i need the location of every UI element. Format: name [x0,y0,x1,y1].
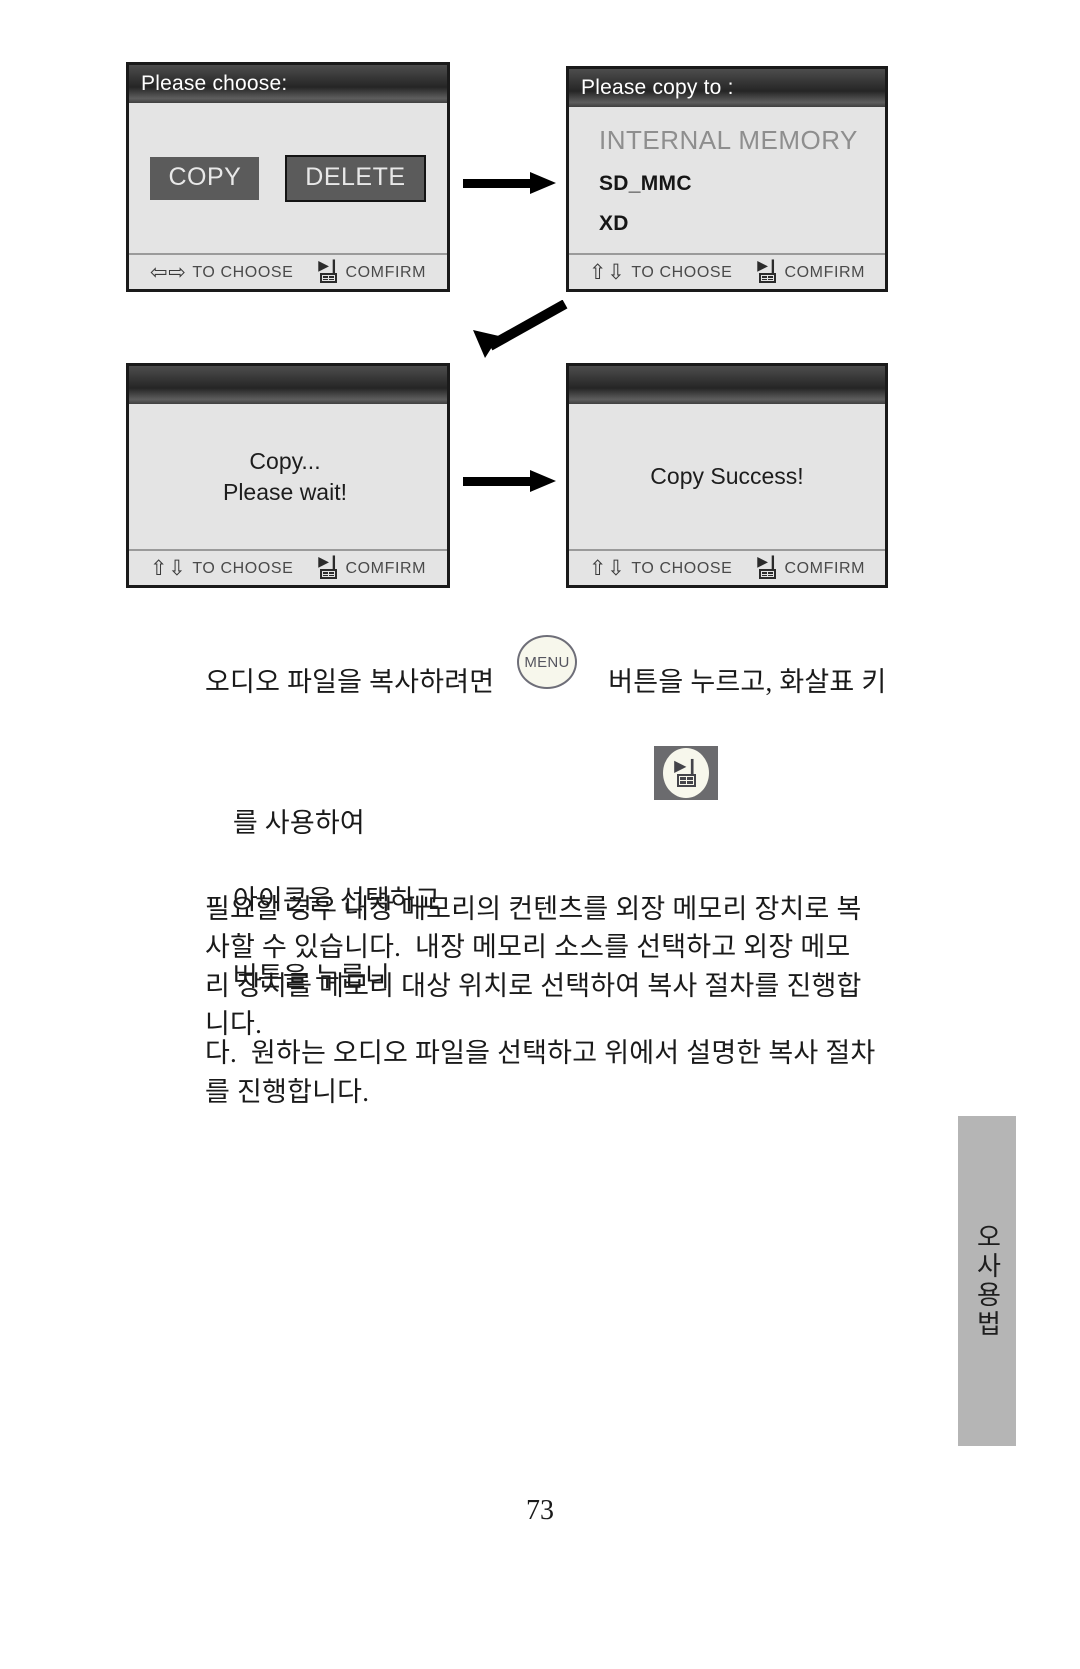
play-pause-glyph: ▶❙ [757,554,778,570]
left-right-arrows-icon: ⇦⇨ [149,259,187,284]
panel-title-success [569,366,885,404]
keypad-grid-icon [758,569,776,579]
panel-body-copy-to: INTERNAL MEMORY SD_MMC XD [569,107,885,253]
panel-title-copy-to: Please copy to : [569,69,885,107]
panel-body-choose: COPY DELETE [129,103,447,253]
keypad-grid-icon [319,569,337,579]
instruction-p3-line3: 리 장치를 메모리 대상 위치로 선택하여 복사 절차를 진행합 [205,970,862,1001]
up-down-arrows-icon: ⇧⇩ [588,555,626,580]
instruction-p1-before-menu: 오디오 파일을 복사하려면 [205,667,495,697]
choice-button-row: COPY DELETE [129,154,447,202]
copying-message-line1: Copy... [249,448,321,475]
list-item-internal-memory[interactable]: INTERNAL MEMORY [599,125,885,156]
status-bar-copying: ⇧⇩ TO CHOOSE ▶❙ COMFIRM [129,549,447,585]
panel-title-copying [129,366,447,404]
dialog-panel-copying: Copy... Please wait! ⇧⇩ TO CHOOSE ▶❙ COM… [126,363,450,588]
destination-list: INTERNAL MEMORY SD_MMC XD [569,125,885,236]
arrow-copying-to-success [463,470,556,492]
panel-body-copying: Copy... Please wait! [129,404,447,549]
choose-hint-group: ⇧⇩ TO CHOOSE [588,259,733,284]
arrow-copyto-to-copying [455,299,570,365]
play-pause-glyph: ▶❙ [674,756,699,775]
panel-title-choose: Please choose: [129,65,447,103]
play-pause-glyph: ▶❙ [757,258,778,274]
status-bar-success: ⇧⇩ TO CHOOSE ▶❙ COMFIRM [569,549,885,585]
status-bar-choose: ⇦⇨ TO CHOOSE ▶❙ COMFIRM [129,253,447,289]
arrow-choose-to-copyto [463,172,556,194]
instruction-p3-line2: 사할 수 있습니다. 내장 메모리 소스를 선택하고 외장 메모 [205,932,851,963]
copying-message: Copy... Please wait! [129,446,447,507]
copying-message-line2: Please wait! [222,478,347,505]
play-pause-glyph: ▶❙ [318,258,339,274]
confirm-hint-group: ▶❙ COMFIRM [317,258,427,284]
dialog-panel-copy-to: Please copy to : INTERNAL MEMORY SD_MMC … [566,66,888,292]
keypad-grid-icon [319,273,337,283]
success-message-line1: Copy Success! [650,463,804,490]
confirm-label: COMFIRM [784,264,866,281]
instruction-paragraph-3: 필요할 경우 내장 메모리의 컨텐츠를 외장 메모리 장치로 복 사할 수 있습… [205,890,935,1043]
keypad-grid-icon [758,273,776,283]
dialog-panel-success: Copy Success! ⇧⇩ TO CHOOSE ▶❙ COMFIRM [566,363,888,588]
confirm-label: COMFIRM [345,264,427,281]
play-pause-glyph: ▶❙ [318,554,339,570]
instruction-p2-line1-a: 를 사용하여 [232,808,365,839]
section-side-tab-label: 오사용법 [972,1223,1002,1339]
panel-body-success: Copy Success! [569,404,885,549]
up-down-arrows-icon: ⇧⇩ [149,555,187,580]
confirm-label: COMFIRM [345,560,427,577]
choose-hint-group: ⇦⇨ TO CHOOSE [149,259,294,284]
list-item-sd-mmc[interactable]: SD_MMC [599,172,885,196]
instruction-p3-line1: 필요할 경우 내장 메모리의 컨텐츠를 외장 메모리 장치로 복 [205,894,862,924]
instruction-p1-after-menu: 버튼을 누르고, 화살표 키 [608,667,887,697]
play-pause-confirm-icon: ▶❙ [756,258,779,284]
play-pause-button-face: ▶❙ [663,748,709,798]
instruction-p2-line3: 를 진행합니다. [205,1076,370,1107]
list-item-xd[interactable]: XD [599,212,885,236]
confirm-hint-group: ▶❙ COMFIRM [756,258,866,284]
play-pause-confirm-icon: ▶❙ [317,554,340,580]
instruction-p3-line4: 니다. [205,1008,263,1039]
confirm-hint-group: ▶❙ COMFIRM [317,554,427,580]
up-down-arrows-icon: ⇧⇩ [588,259,626,284]
confirm-hint-group: ▶❙ COMFIRM [756,554,866,580]
dialog-panel-choose: Please choose: COPY DELETE ⇦⇨ TO CHOOSE … [126,62,450,292]
menu-button-label: MENU [524,653,570,671]
copy-button[interactable]: COPY [150,156,260,200]
to-choose-label: TO CHOOSE [631,560,733,577]
choose-hint-group: ⇧⇩ TO CHOOSE [149,555,294,580]
to-choose-label: TO CHOOSE [192,560,294,577]
to-choose-label: TO CHOOSE [631,264,733,281]
section-side-tab: 오사용법 [958,1116,1016,1446]
confirm-label: COMFIRM [784,560,866,577]
menu-button-icon[interactable]: MENU [517,635,577,689]
play-pause-confirm-icon: ▶❙ [317,258,340,284]
success-message: Copy Success! [569,461,885,491]
status-bar-copy-to: ⇧⇩ TO CHOOSE ▶❙ COMFIRM [569,253,885,289]
choose-hint-group: ⇧⇩ TO CHOOSE [588,555,733,580]
delete-button[interactable]: DELETE [285,154,426,202]
play-pause-confirm-icon: ▶❙ [756,554,779,580]
page-number: 73 [526,1495,554,1526]
play-pause-button-icon[interactable]: ▶❙ [654,746,718,800]
to-choose-label: TO CHOOSE [192,264,294,281]
keypad-grid-icon [676,774,696,787]
